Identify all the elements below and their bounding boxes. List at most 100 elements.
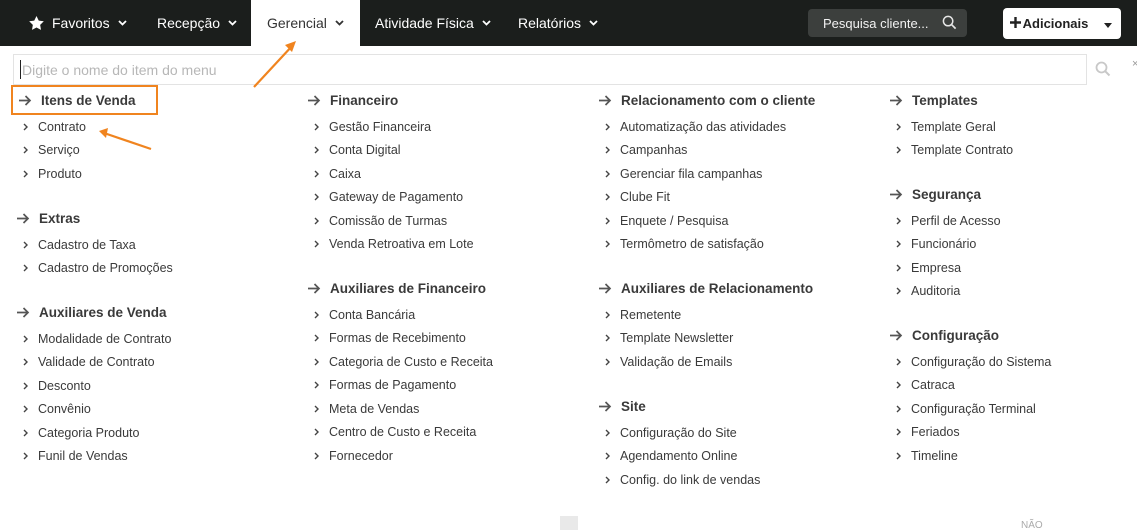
adicionais-group: Adicionais: [1003, 8, 1121, 39]
menu-item-centro-de-custo-e-receita[interactable]: Centro de Custo e Receita: [305, 421, 493, 445]
menu-item-gestao-financeira[interactable]: Gestão Financeira: [305, 115, 474, 139]
arrow-right-icon: [599, 94, 621, 106]
menu-item-validacao-de-emails[interactable]: Validação de Emails: [596, 350, 733, 374]
menu-item-perfil-de-acesso[interactable]: Perfil de Acesso: [887, 209, 1001, 233]
menu-item-categoria-produto[interactable]: Categoria Produto: [14, 421, 171, 445]
client-search-label: Pesquisa cliente...: [823, 15, 929, 31]
menu-item-timeline[interactable]: Timeline: [887, 444, 1051, 468]
menu-item-campanhas[interactable]: Campanhas: [596, 139, 786, 163]
menu-item-auditoria[interactable]: Auditoria: [887, 280, 1001, 304]
menu-item-venda-retroativa-em-lote[interactable]: Venda Retroativa em Lote: [305, 233, 474, 257]
menu-item-meta-de-vendas[interactable]: Meta de Vendas: [305, 397, 493, 421]
nav-atividade-fisica[interactable]: Atividade Física: [375, 0, 491, 46]
menu-item-fornecedor[interactable]: Fornecedor: [305, 444, 493, 468]
chevron-right-icon: [605, 193, 620, 201]
menu-item-label: Venda Retroativa em Lote: [329, 237, 474, 252]
section-title: Itens de Venda: [11, 85, 158, 115]
nav-recepcao[interactable]: Recepção: [157, 0, 237, 46]
menu-item-label: Cadastro de Promoções: [38, 261, 173, 276]
menu-item-configuracao-do-sistema[interactable]: Configuração do Sistema: [887, 350, 1051, 374]
menu-item-formas-de-recebimento[interactable]: Formas de Recebimento: [305, 327, 493, 351]
menu-item-catraca[interactable]: Catraca: [887, 374, 1051, 398]
menu-item-formas-de-pagamento[interactable]: Formas de Pagamento: [305, 374, 493, 398]
section-title: Configuração: [887, 323, 999, 347]
menu-item-cadastro-de-promocoes[interactable]: Cadastro de Promoções: [14, 257, 173, 281]
menu-item-label: Timeline: [911, 448, 958, 463]
menu-item-agendamento-online[interactable]: Agendamento Online: [596, 445, 760, 469]
menu-item-config-link-de-vendas[interactable]: Config. do link de vendas: [596, 468, 760, 492]
chevron-right-icon: [605, 170, 620, 178]
menu-item-modalidade-de-contrato[interactable]: Modalidade de Contrato: [14, 327, 171, 351]
menu-item-label: Convênio: [38, 402, 91, 417]
menu-item-categoria-de-custo-e-receita[interactable]: Categoria de Custo e Receita: [305, 350, 493, 374]
menu-item-funcionario[interactable]: Funcionário: [887, 233, 1001, 257]
client-search-button[interactable]: Pesquisa cliente...: [808, 9, 967, 37]
menu-item-cadastro-de-taxa[interactable]: Cadastro de Taxa: [14, 233, 173, 257]
menu-item-conta-digital[interactable]: Conta Digital: [305, 139, 474, 163]
top-navbar: Favoritos Recepção Gerencial Atividade F…: [0, 0, 1137, 46]
chevron-right-icon: [23, 264, 38, 272]
menu-item-label: Feriados: [911, 425, 960, 440]
menu-item-termometro-de-satisfacao[interactable]: Termômetro de satisfação: [596, 233, 786, 257]
menu-item-configuracao-terminal[interactable]: Configuração Terminal: [887, 397, 1051, 421]
chevron-right-icon: [314, 240, 329, 248]
menu-item-clube-fit[interactable]: Clube Fit: [596, 186, 786, 210]
menu-item-label: Desconto: [38, 378, 91, 393]
menu-item-template-newsletter[interactable]: Template Newsletter: [596, 327, 733, 351]
chevron-right-icon: [896, 146, 911, 154]
menu-item-comissao-de-turmas[interactable]: Comissão de Turmas: [305, 209, 474, 233]
search-icon[interactable]: [1095, 61, 1111, 82]
menu-item-contrato[interactable]: Contrato: [14, 115, 86, 139]
section-title: Segurança: [887, 182, 981, 206]
scroll-fragment: [560, 516, 578, 530]
menu-item-label: Validação de Emails: [620, 354, 733, 369]
menu-item-remetente[interactable]: Remetente: [596, 303, 733, 327]
menu-item-label: Centro de Custo e Receita: [329, 425, 477, 440]
menu-item-label: Agendamento Online: [620, 449, 738, 464]
menu-item-label: Config. do link de vendas: [620, 472, 761, 487]
menu-item-conta-bancaria[interactable]: Conta Bancária: [305, 303, 493, 327]
menu-item-funil-de-vendas[interactable]: Funil de Vendas: [14, 445, 171, 469]
section-title-label: Site: [621, 398, 646, 414]
menu-item-label: Clube Fit: [620, 190, 671, 205]
menu-item-validade-de-contrato[interactable]: Validade de Contrato: [14, 351, 171, 375]
chevron-right-icon: [314, 428, 329, 436]
menu-item-automatizacao-das-atividades[interactable]: Automatização das atividades: [596, 115, 786, 139]
menu-item-label: Formas de Pagamento: [329, 378, 457, 393]
chevron-right-icon: [23, 123, 38, 131]
chevron-right-icon: [896, 240, 911, 248]
nav-gerencial[interactable]: Gerencial: [251, 0, 360, 46]
menu-item-convenio[interactable]: Convênio: [14, 398, 171, 422]
adicionais-button[interactable]: Adicionais: [1003, 8, 1095, 39]
menu-item-configuracao-do-site[interactable]: Configuração do Site: [596, 421, 760, 445]
menu-item-empresa[interactable]: Empresa: [887, 256, 1001, 280]
section-title: Auxiliares de Relacionamento: [596, 276, 813, 300]
menu-item-template-contrato[interactable]: Template Contrato: [887, 139, 1013, 163]
caret-down-icon: [1104, 15, 1112, 33]
arrow-right-icon: [599, 400, 621, 412]
edge-fragment: ×: [1132, 58, 1137, 70]
chevron-right-icon: [314, 146, 329, 154]
adicionais-dropdown-toggle[interactable]: [1095, 8, 1121, 39]
menu-item-desconto[interactable]: Desconto: [14, 374, 171, 398]
chevron-right-icon: [23, 241, 38, 249]
arrow-right-icon: [599, 282, 621, 294]
menu-item-label: Configuração do Sistema: [911, 354, 1052, 369]
menu-item-enquete-pesquisa[interactable]: Enquete / Pesquisa: [596, 209, 786, 233]
arrow-right-icon: [17, 306, 39, 318]
menu-item-gateway-de-pagamento[interactable]: Gateway de Pagamento: [305, 186, 474, 210]
star-icon: [29, 16, 44, 30]
menu-item-gerenciar-fila-campanhas[interactable]: Gerenciar fila campanhas: [596, 162, 786, 186]
chevron-down-icon: [117, 20, 127, 26]
section-title-label: Itens de Venda: [41, 92, 136, 108]
menu-item-servico[interactable]: Serviço: [14, 139, 86, 163]
menu-item-caixa[interactable]: Caixa: [305, 162, 474, 186]
arrow-right-icon: [890, 329, 912, 341]
nav-favoritos[interactable]: Favoritos: [29, 0, 127, 46]
chevron-right-icon: [605, 123, 620, 131]
nav-relatorios[interactable]: Relatórios: [518, 0, 598, 46]
menu-item-produto[interactable]: Produto: [14, 162, 86, 186]
menu-item-feriados[interactable]: Feriados: [887, 421, 1051, 445]
menu-search-input[interactable]: [13, 54, 1087, 85]
menu-item-template-geral[interactable]: Template Geral: [887, 115, 1013, 139]
